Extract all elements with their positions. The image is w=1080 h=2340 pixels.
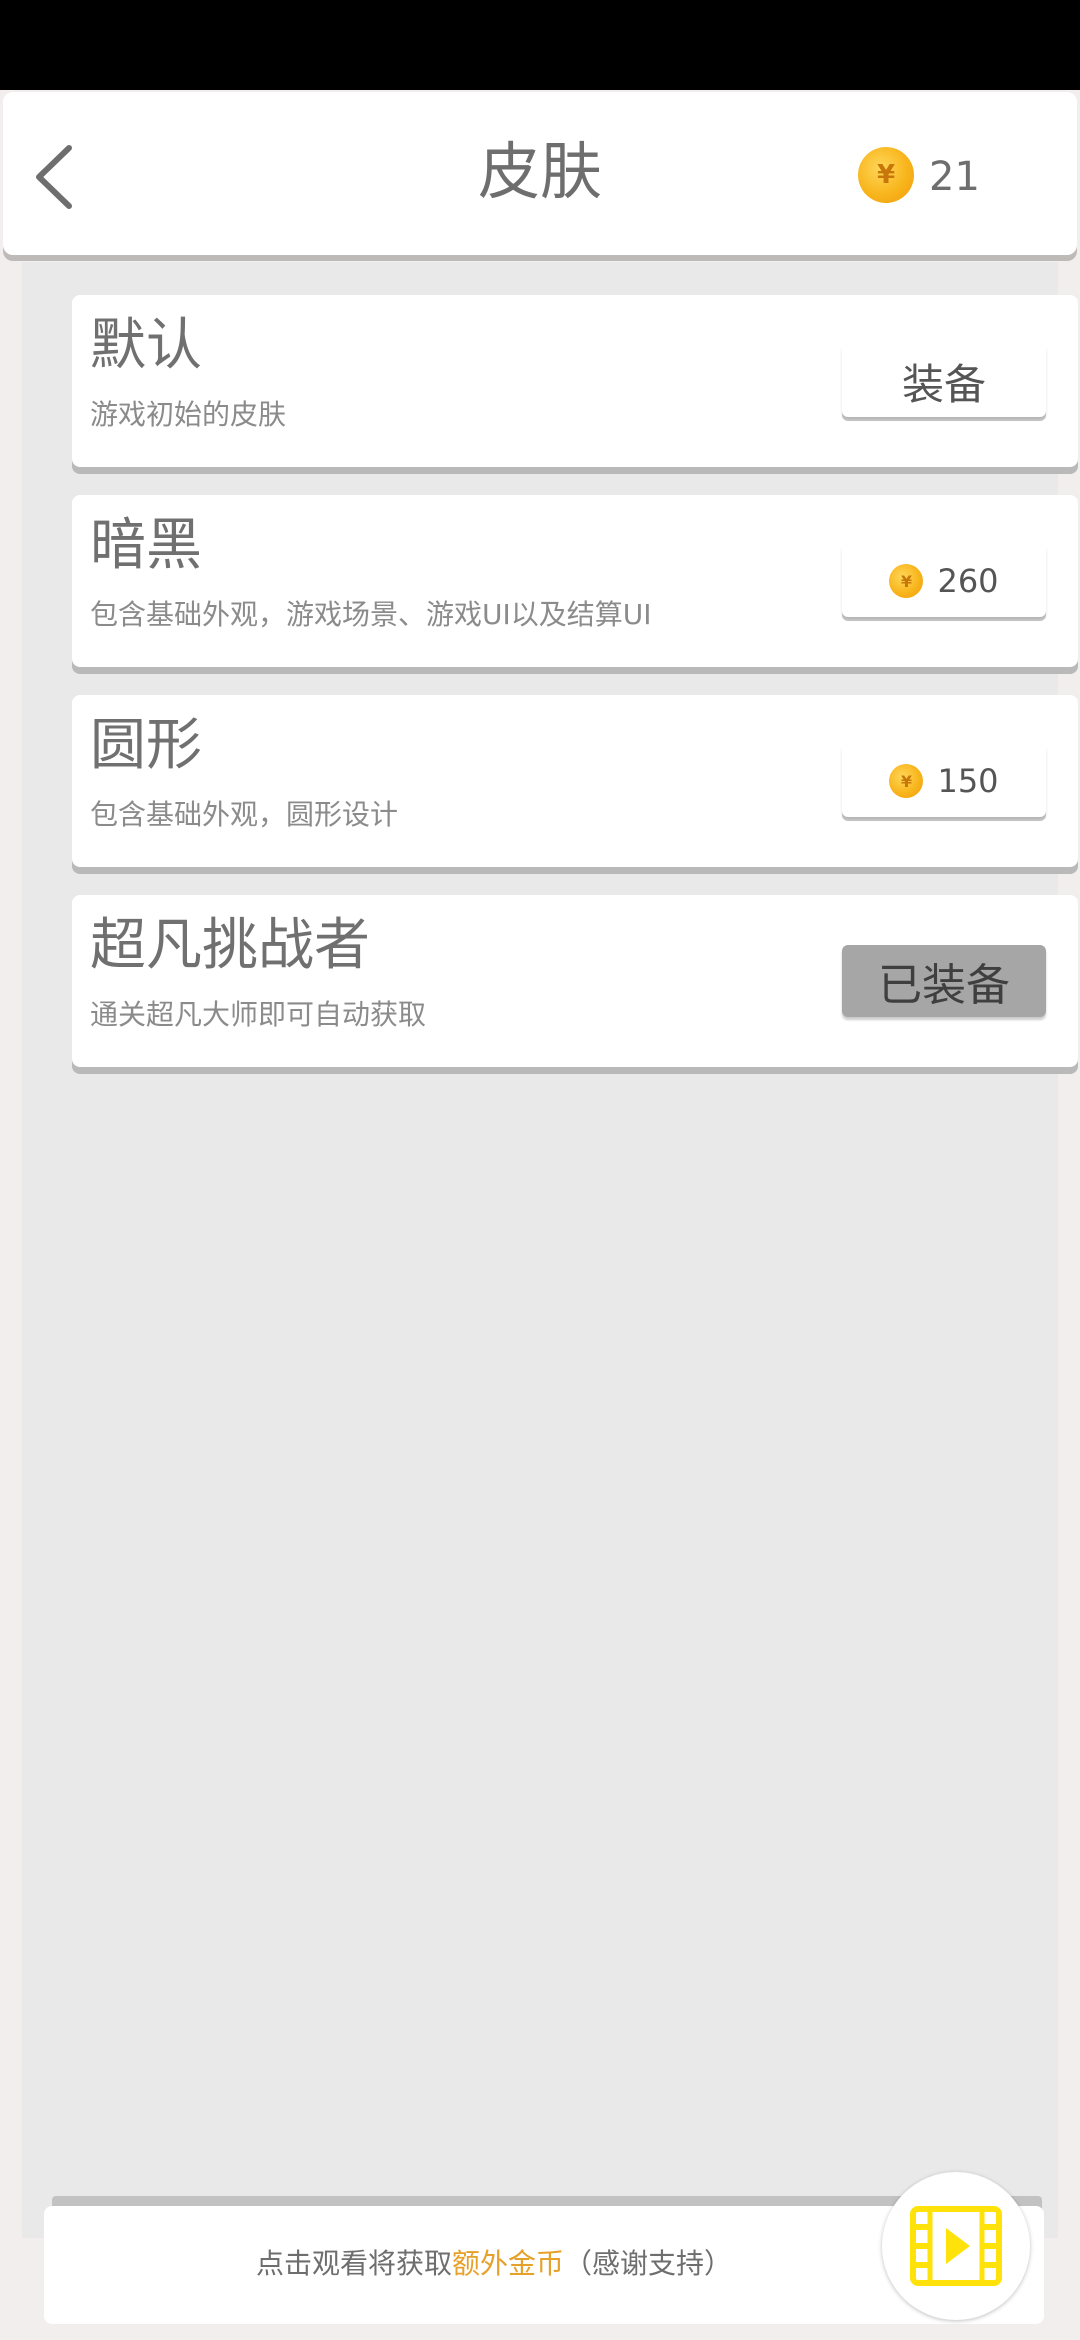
skin-card-round: 圆形 包含基础外观，圆形设计 ¥ 150	[72, 695, 1078, 867]
coin-balance: 21	[929, 154, 980, 200]
equipped-button[interactable]: 已装备	[842, 945, 1046, 1017]
buy-button[interactable]: ¥ 150	[842, 745, 1046, 817]
buy-button[interactable]: ¥ 260	[842, 545, 1046, 617]
watch-ad-suffix: （感谢支持）	[564, 2247, 733, 2280]
equip-button[interactable]: 装备	[842, 345, 1046, 417]
skin-name: 圆形	[90, 713, 202, 778]
skin-description: 游戏初始的皮肤	[90, 398, 287, 431]
skin-description: 包含基础外观，圆形设计	[90, 798, 399, 831]
skin-card-dark: 暗黑 包含基础外观，游戏场景、游戏UI以及结算UI ¥ 260	[72, 495, 1078, 667]
coin-icon: ¥	[858, 147, 914, 203]
price-label: 150	[937, 762, 999, 800]
extra-coins-highlight: 额外金币	[451, 2247, 564, 2280]
skin-card-challenger: 超凡挑战者 通关超凡大师即可自动获取 已装备	[72, 895, 1078, 1067]
watch-video-button[interactable]	[882, 2172, 1030, 2320]
coin-icon: ¥	[889, 564, 924, 598]
watch-ad-prefix: 点击观看将获取	[255, 2247, 452, 2280]
skin-name: 默认	[90, 313, 202, 378]
skin-description: 包含基础外观，游戏场景、游戏UI以及结算UI	[90, 598, 652, 631]
skin-card-default: 默认 游戏初始的皮肤 装备	[72, 295, 1078, 467]
watch-ad-text: 点击观看将获取额外金币（感谢支持）	[44, 2244, 944, 2284]
status-bar	[0, 0, 1080, 90]
coin-icon: ¥	[889, 764, 924, 798]
video-play-icon	[910, 2206, 1002, 2286]
skin-name: 暗黑	[90, 513, 202, 578]
top-bar: 皮肤 ¥ 21	[3, 92, 1077, 255]
skin-description: 通关超凡大师即可自动获取	[90, 998, 427, 1031]
page-title: 皮肤	[477, 135, 602, 208]
skin-name: 超凡挑战者	[90, 913, 370, 978]
price-label: 260	[937, 562, 999, 600]
